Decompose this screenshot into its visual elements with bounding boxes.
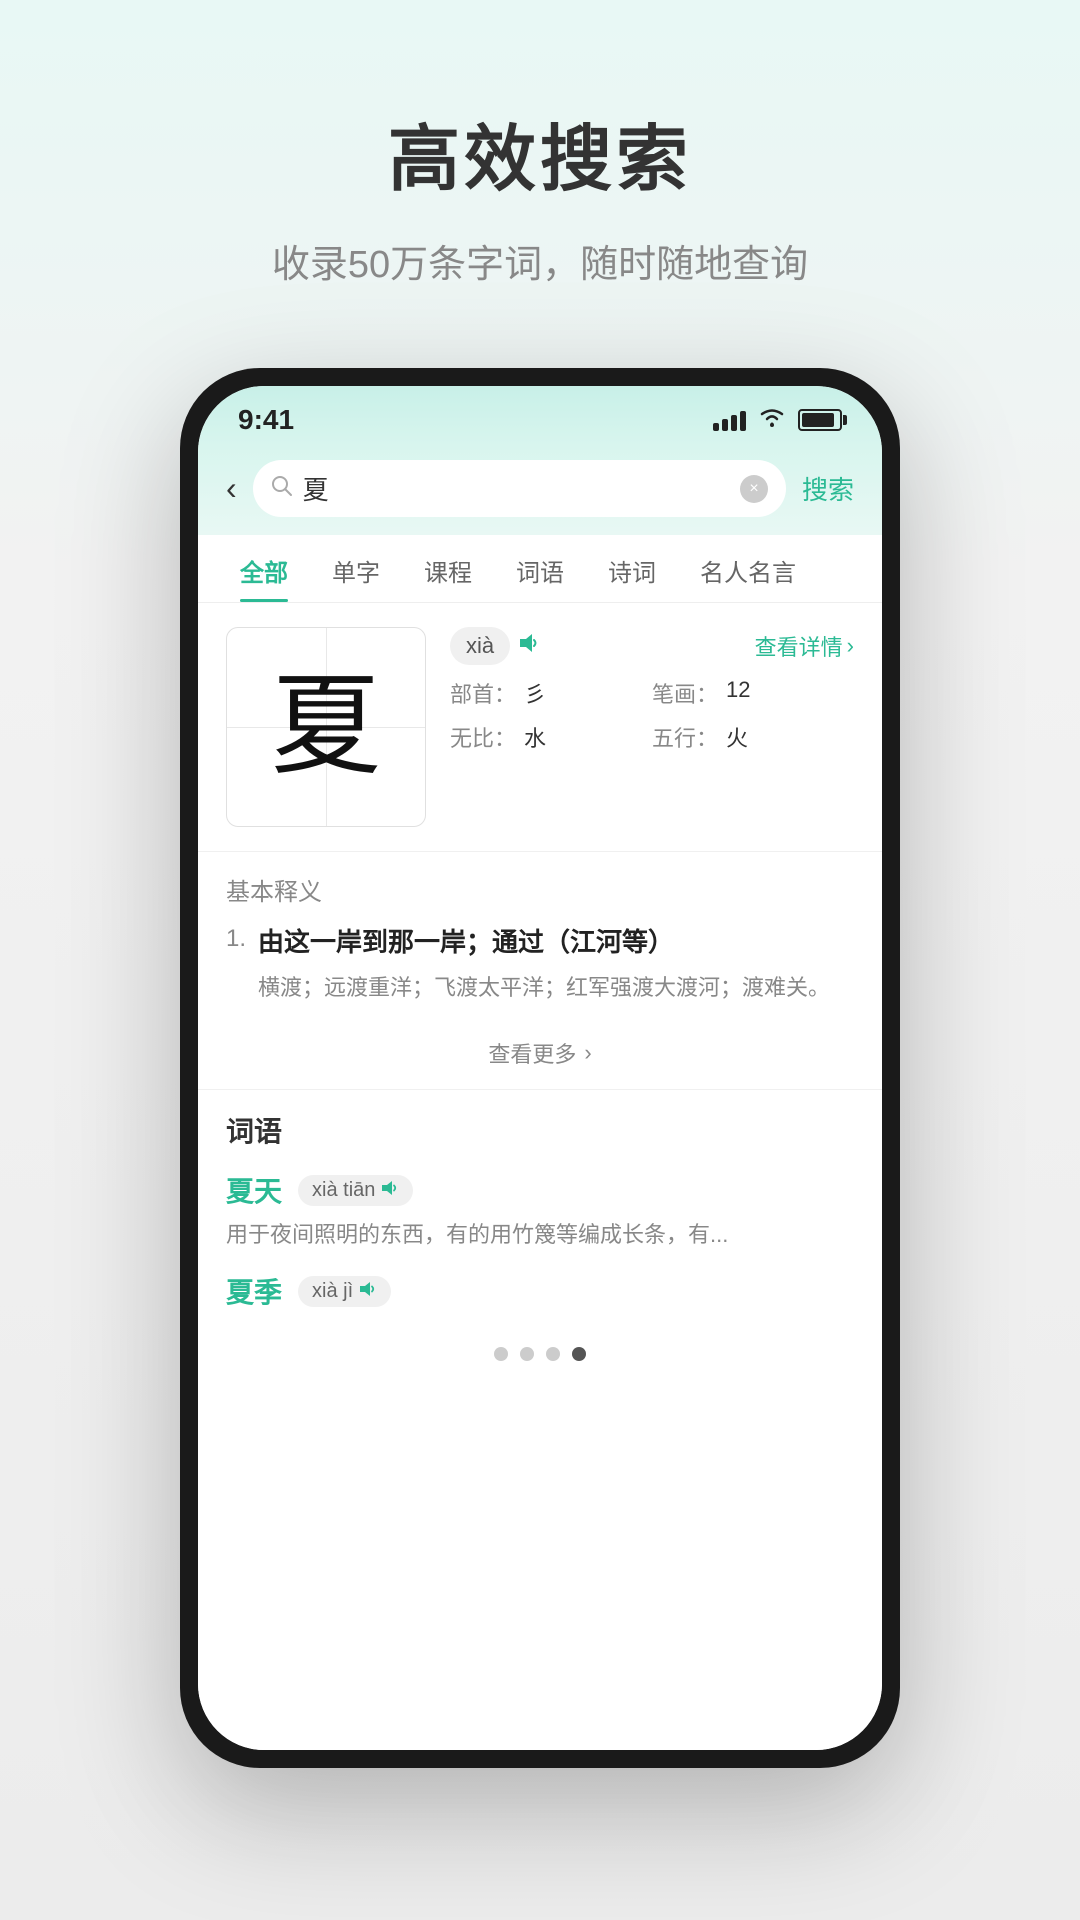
def-num-1: 1. [226,923,246,1005]
words-section: 词语 夏天 xià tiān [198,1090,882,1311]
char-prop-wubi: 无比： 水 [450,721,652,753]
see-more-button[interactable]: 查看更多 › [198,1017,882,1090]
prop-label-bihua: 笔画： [652,677,718,709]
status-icons [713,406,842,434]
word-char-1: 夏天 [226,1170,282,1210]
character-display: 夏 [226,627,426,827]
tab-bar: 全部 单字 课程 词语 诗词 名人名言 [198,535,882,603]
prop-value-bihua: 12 [726,677,750,709]
prop-value-bushou: 彡 [524,677,546,709]
definitions-section: 基本释义 1. 由这一岸到那一岸；通过（江河等） 横渡；远渡重洋；飞渡太平洋；红… [198,852,882,1005]
status-time: 9:41 [238,404,294,436]
word-desc-1: 用于夜间照明的东西，有的用竹篾等编成长条，有... [226,1218,854,1251]
see-more-label: 查看更多 [488,1037,576,1069]
word-pinyin-2: xià jì [298,1276,391,1307]
word-pinyin-text-2: xià jì [312,1280,353,1303]
words-title: 词语 [226,1110,854,1150]
character-card: 夏 xià [198,603,882,852]
sound-icon[interactable] [518,633,540,659]
definition-item-1: 1. 由这一岸到那一岸；通过（江河等） 横渡；远渡重洋；飞渡太平洋；红军强渡大渡… [226,923,854,1005]
char-prop-wuxing: 五行： 火 [652,721,854,753]
dot-4[interactable] [572,1347,586,1361]
word-header-2: 夏季 xià jì [226,1271,854,1311]
definitions-title: 基本释义 [226,872,854,907]
def-main-1: 由这一岸到那一岸；通过（江河等） [258,923,854,962]
search-area: ‹ 夏 × 搜索 [198,446,882,535]
pinyin-tag: xià [450,627,510,665]
word-sound-icon-2[interactable] [359,1280,377,1303]
char-prop-bushou: 部首： 彡 [450,677,652,709]
character-props: 部首： 彡 笔画： 12 无比： 水 [450,677,854,753]
search-input-text: 夏 [303,470,730,507]
prop-label-wuxing: 五行： [652,721,718,753]
page-subtitle: 收录50万条字词，随时随地查询 [272,233,808,288]
status-bar: 9:41 [198,386,882,446]
prop-value-wuxing: 火 [726,721,748,753]
tab-course[interactable]: 课程 [402,535,494,602]
word-pinyin-1: xià tiān [298,1175,413,1206]
page-background: 高效搜索 收录50万条字词，随时随地查询 9:41 [0,0,1080,1920]
word-header-1: 夏天 xià tiān [226,1170,854,1210]
page-dots [198,1331,882,1377]
tab-poetry[interactable]: 诗词 [586,535,678,602]
page-title: 高效搜索 [388,100,692,205]
word-item-1[interactable]: 夏天 xià tiān 用于夜 [226,1170,854,1251]
def-example-1: 横渡；远渡重洋；飞渡太平洋；红军强渡大渡河；渡难关。 [258,970,854,1005]
dot-2[interactable] [520,1347,534,1361]
tab-single-char[interactable]: 单字 [310,535,402,602]
word-item-2[interactable]: 夏季 xià jì [226,1271,854,1311]
dot-3[interactable] [546,1347,560,1361]
back-button[interactable]: ‹ [226,470,237,507]
character-pinyin-group: xià [450,627,540,665]
tab-quote[interactable]: 名人名言 [678,535,818,602]
content-area: 夏 xià [198,603,882,1750]
character-header: xià 查看详情 › [450,627,854,665]
def-content-1: 由这一岸到那一岸；通过（江河等） 横渡；远渡重洋；飞渡太平洋；红军强渡大渡河；渡… [258,923,854,1005]
character-info: xià 查看详情 › [450,627,854,827]
battery-icon [798,409,842,431]
detail-label: 查看详情 [755,630,843,662]
see-more-arrow: › [584,1040,591,1066]
clear-button[interactable]: × [740,475,768,503]
prop-label-bushou: 部首： [450,677,516,709]
prop-label-wubi: 无比： [450,721,516,753]
detail-arrow: › [847,633,854,659]
signal-icon [713,409,746,431]
tab-all[interactable]: 全部 [218,535,310,602]
word-char-2: 夏季 [226,1271,282,1311]
word-pinyin-text-1: xià tiān [312,1179,375,1202]
dot-1[interactable] [494,1347,508,1361]
search-button[interactable]: 搜索 [802,470,854,507]
search-bar[interactable]: 夏 × [253,460,786,517]
phone-screen: 9:41 [198,386,882,1750]
wifi-icon [758,406,786,434]
char-prop-bihua: 笔画： 12 [652,677,854,709]
prop-value-wubi: 水 [524,721,546,753]
character-main: 夏 [271,672,381,782]
phone-mockup: 9:41 [180,368,900,1768]
tab-word[interactable]: 词语 [494,535,586,602]
detail-link[interactable]: 查看详情 › [755,630,854,662]
word-sound-icon-1[interactable] [381,1179,399,1202]
search-icon [271,475,293,503]
